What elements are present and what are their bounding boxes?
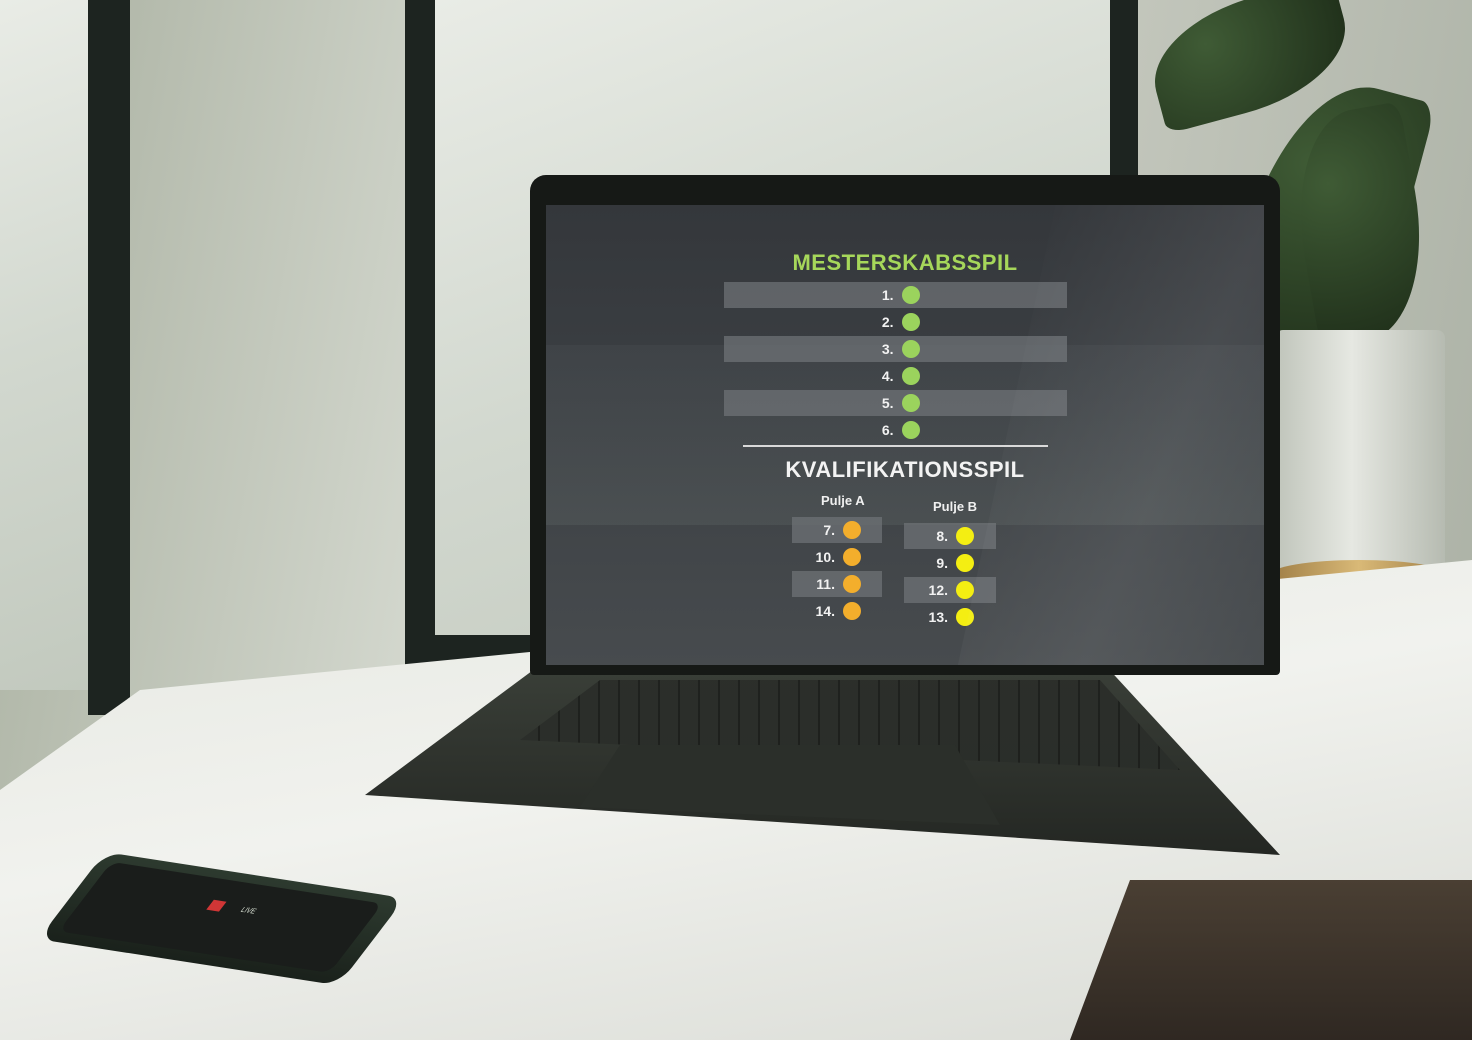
position-number: 11. — [816, 576, 835, 592]
green-dot-icon — [901, 394, 920, 412]
yellow-dot-icon — [956, 527, 974, 545]
pool-a-label: Pulje A — [821, 493, 865, 508]
position-number: 13. — [928, 609, 948, 625]
pool-b-row: 8. — [904, 523, 996, 549]
laptop-screen: MESTERSKABSSPIL 1. 2. 3. 4. 5. 6. KVALIF… — [546, 205, 1264, 665]
orange-dot-icon — [843, 575, 861, 593]
pool-a-row: 10. — [792, 544, 882, 570]
app-logo-icon — [206, 899, 227, 912]
yellow-dot-icon — [956, 554, 974, 572]
position-number: 5. — [881, 395, 894, 411]
pool-a-row: 11. — [792, 571, 882, 597]
section-divider — [743, 445, 1048, 447]
position-number: 7. — [823, 522, 835, 538]
yellow-dot-icon — [956, 581, 974, 599]
position-number: 1. — [881, 287, 894, 303]
position-number: 14. — [815, 603, 835, 619]
pool-b-label: Pulje B — [933, 499, 978, 514]
window-frame-left — [88, 0, 130, 715]
orange-dot-icon — [843, 548, 861, 566]
position-number: 9. — [936, 555, 948, 571]
position-number: 4. — [881, 368, 894, 384]
pool-a-row: 7. — [792, 517, 882, 543]
cabinet — [1070, 880, 1472, 1040]
window-frame-center-left — [405, 0, 435, 665]
window-pane-left — [0, 0, 90, 690]
position-number: 8. — [936, 528, 948, 544]
scene: MESTERSKABSSPIL 1. 2. 3. 4. 5. 6. KVALIF… — [0, 0, 1472, 1040]
position-number: 10. — [815, 549, 835, 565]
orange-dot-icon — [843, 521, 861, 539]
green-dot-icon — [901, 340, 920, 358]
green-dot-icon — [901, 313, 920, 331]
championship-row: 1. — [724, 282, 1067, 308]
position-number: 2. — [881, 314, 894, 330]
pool-a-row: 14. — [792, 598, 882, 624]
orange-dot-icon — [843, 602, 861, 620]
championship-row: 3. — [724, 336, 1067, 362]
green-dot-icon — [901, 367, 920, 385]
position-number: 12. — [928, 582, 948, 598]
phone-screen-text: LIVE — [238, 906, 258, 916]
plant-pot — [1275, 330, 1445, 585]
green-dot-icon — [901, 286, 920, 304]
championship-row: 4. — [724, 363, 1067, 389]
green-dot-icon — [901, 421, 920, 439]
position-number: 3. — [881, 341, 894, 357]
window-frame-center-right — [1110, 0, 1138, 200]
championship-row: 2. — [724, 309, 1067, 335]
position-number: 6. — [881, 422, 894, 438]
